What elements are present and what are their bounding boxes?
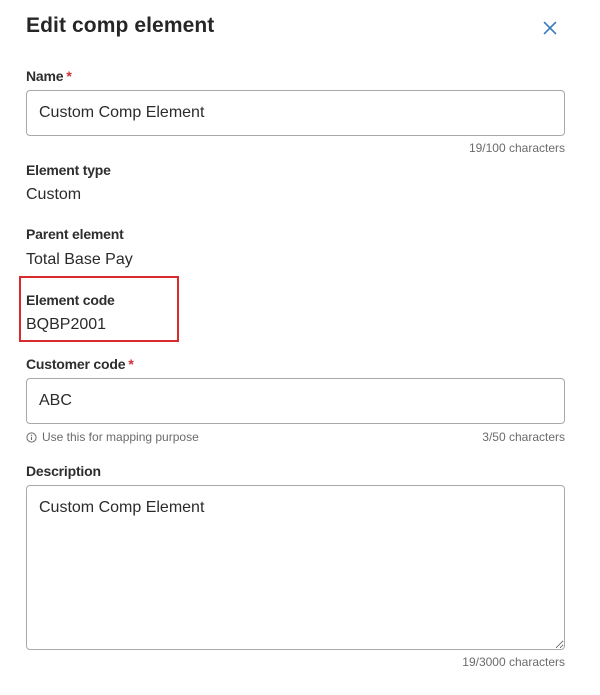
parent-element-value: Total Base Pay: [26, 251, 133, 268]
customer-code-label: Customer code *: [26, 356, 134, 372]
customer-code-hint: Use this for mapping purpose: [26, 430, 199, 444]
description-label: Description: [26, 463, 101, 479]
required-asterisk: *: [66, 68, 72, 84]
dialog-header: Edit comp element: [26, 14, 565, 44]
edit-comp-element-dialog: Edit comp element Name* 19/100 character…: [0, 0, 600, 695]
customer-code-char-counter: 3/50 characters: [482, 430, 565, 444]
element-code-label: Element code: [26, 292, 115, 308]
close-button[interactable]: [537, 15, 563, 41]
element-type-value: Custom: [26, 186, 82, 203]
name-input[interactable]: [26, 90, 565, 136]
name-label: Name *: [26, 68, 72, 84]
customer-code-input[interactable]: [26, 378, 565, 424]
info-icon: [26, 431, 37, 443]
close-icon: [543, 21, 557, 35]
name-char-counter: 19/100 characters: [468, 141, 565, 155]
parent-element-label: Parent element: [26, 226, 124, 242]
element-type-label: Element type: [26, 162, 111, 178]
description-char-counter: 19/3000 characters: [462, 655, 565, 669]
customer-code-label-text: Customer code: [26, 356, 126, 372]
required-asterisk: *: [128, 356, 134, 372]
name-label-text: Name: [26, 68, 64, 84]
dialog-title: Edit comp element: [26, 14, 215, 37]
customer-code-hint-text: Use this for mapping purpose: [42, 430, 199, 444]
description-textarea[interactable]: Custom Comp Element: [26, 485, 565, 650]
element-code-value: BQBP2001: [26, 316, 107, 333]
